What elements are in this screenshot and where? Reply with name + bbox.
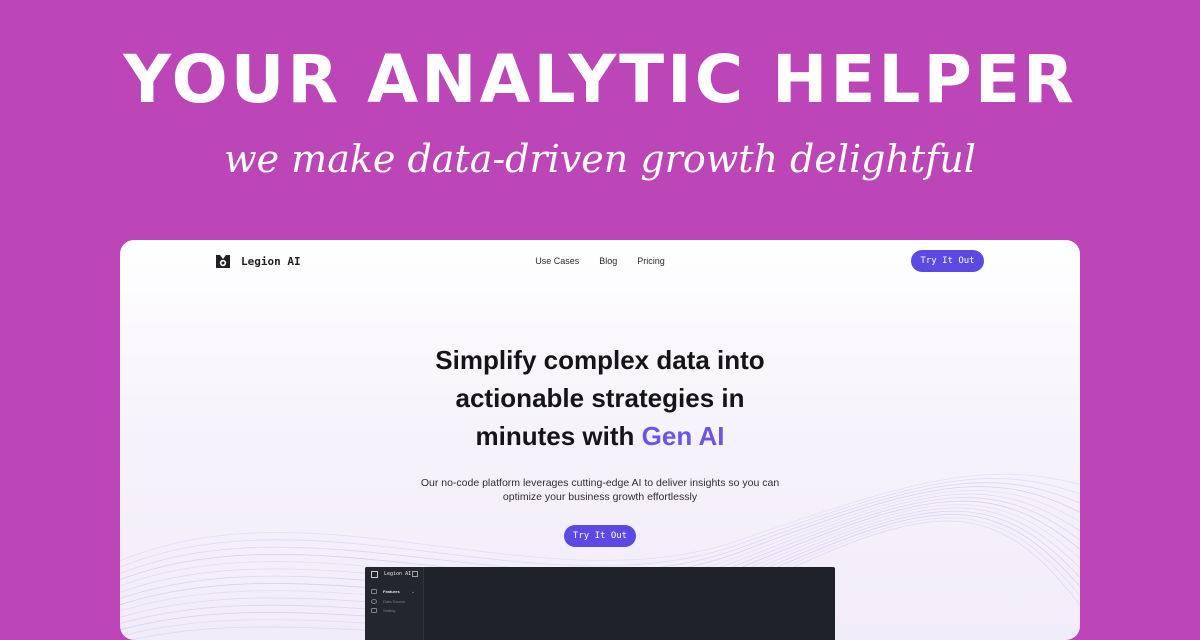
hero-description: Our no-code platform leverages cutting-e…	[120, 476, 1080, 504]
app-sidebar-item-data-source[interactable]: Data Source	[371, 598, 419, 606]
setting-icon	[371, 608, 377, 613]
hero-description-line-1: Our no-code platform leverages cutting-e…	[420, 477, 780, 489]
features-icon	[371, 589, 377, 594]
hero-title: Simplify complex data into actionable st…	[120, 341, 1080, 455]
data-source-icon	[371, 599, 377, 604]
sidebar-collapse-icon[interactable]	[412, 571, 418, 577]
nav-link-use-cases[interactable]: Use Cases	[535, 255, 579, 267]
hero-try-it-out-button[interactable]: Try It Out	[564, 525, 636, 547]
hero-description-line-2: optimize your business growth effortless…	[502, 491, 698, 503]
nav-link-pricing[interactable]: Pricing	[637, 255, 665, 267]
nav-try-it-out-button[interactable]: Try It Out	[911, 250, 984, 272]
hero-title-accent: Gen AI	[641, 421, 725, 451]
app-sidebar-item-features[interactable]: Features ⌄	[371, 588, 419, 596]
app-sidebar-item-setting[interactable]: Setting	[371, 607, 419, 615]
app-logo-icon	[371, 571, 378, 578]
website-preview-card: Legion AI Use Cases Blog Pricing Try It …	[120, 240, 1080, 640]
banner-subtitle: we make data-driven growth delightful	[224, 137, 976, 181]
app-brand: Legion AI	[384, 571, 412, 577]
nav-link-blog[interactable]: Blog	[599, 255, 617, 267]
app-sidebar-item-label: Setting	[383, 608, 396, 613]
chevron-down-icon: ⌄	[411, 589, 416, 595]
hero-title-line-2: actionable strategies in	[455, 383, 745, 413]
hero-title-line-3: minutes with Gen AI	[120, 417, 1080, 455]
app-sidebar-item-label: Features	[383, 589, 400, 594]
hero-title-prefix: minutes with	[475, 421, 642, 451]
hero-title-line-1: Simplify complex data into	[435, 345, 765, 375]
app-sidebar: Legion AI Features ⌄ Data Source Setting	[365, 567, 424, 640]
app-sidebar-item-label: Data Source	[383, 599, 406, 604]
app-screenshot-preview: Legion AI Features ⌄ Data Source Setting	[365, 567, 835, 640]
banner-title: YOUR ANALYTIC HELPER	[123, 41, 1077, 118]
